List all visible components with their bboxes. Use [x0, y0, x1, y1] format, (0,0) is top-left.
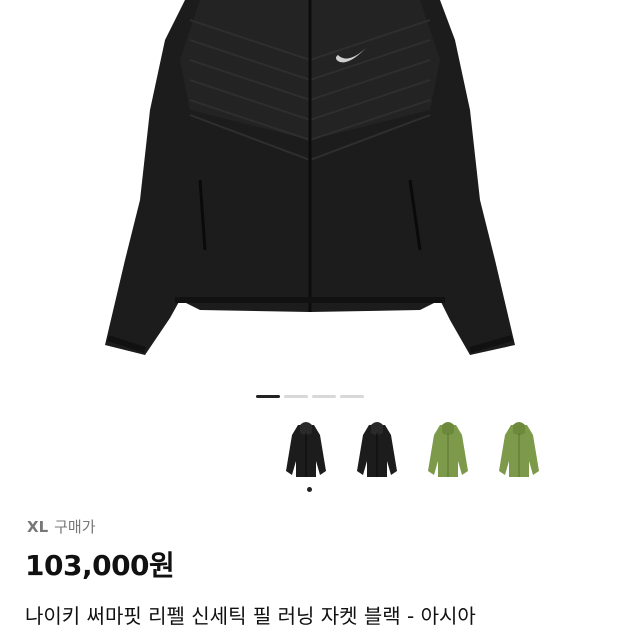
size-label: XL: [27, 518, 49, 536]
thumbnail-2[interactable]: [349, 418, 404, 484]
pager-dot-3[interactable]: [312, 395, 336, 398]
jacket-black-icon: [105, 0, 515, 355]
size-purchase-info: XL 구매가: [27, 516, 96, 537]
jacket-green-icon: [498, 422, 539, 477]
pager-dot-1[interactable]: [256, 395, 280, 398]
jacket-black-icon: [285, 422, 326, 477]
jacket-green-icon: [427, 422, 468, 477]
price: 103,000원: [25, 549, 175, 582]
thumbnail-1[interactable]: [278, 418, 333, 484]
thumbnail-selected-indicator: [307, 487, 312, 492]
color-thumbnails: [278, 418, 546, 484]
product-title: 나이키 써마핏 리펠 신세틱 필 러닝 자켓 블랙 - 아시아: [25, 604, 476, 628]
pager-dot-2[interactable]: [284, 395, 308, 398]
product-hero-image[interactable]: [0, 0, 620, 380]
jacket-black-icon: [356, 422, 397, 477]
pager-dot-4[interactable]: [340, 395, 364, 398]
thumbnail-4[interactable]: [491, 418, 546, 484]
purchase-type-label: 구매가: [54, 518, 96, 536]
thumbnail-3[interactable]: [420, 418, 475, 484]
image-pager[interactable]: [256, 395, 364, 398]
